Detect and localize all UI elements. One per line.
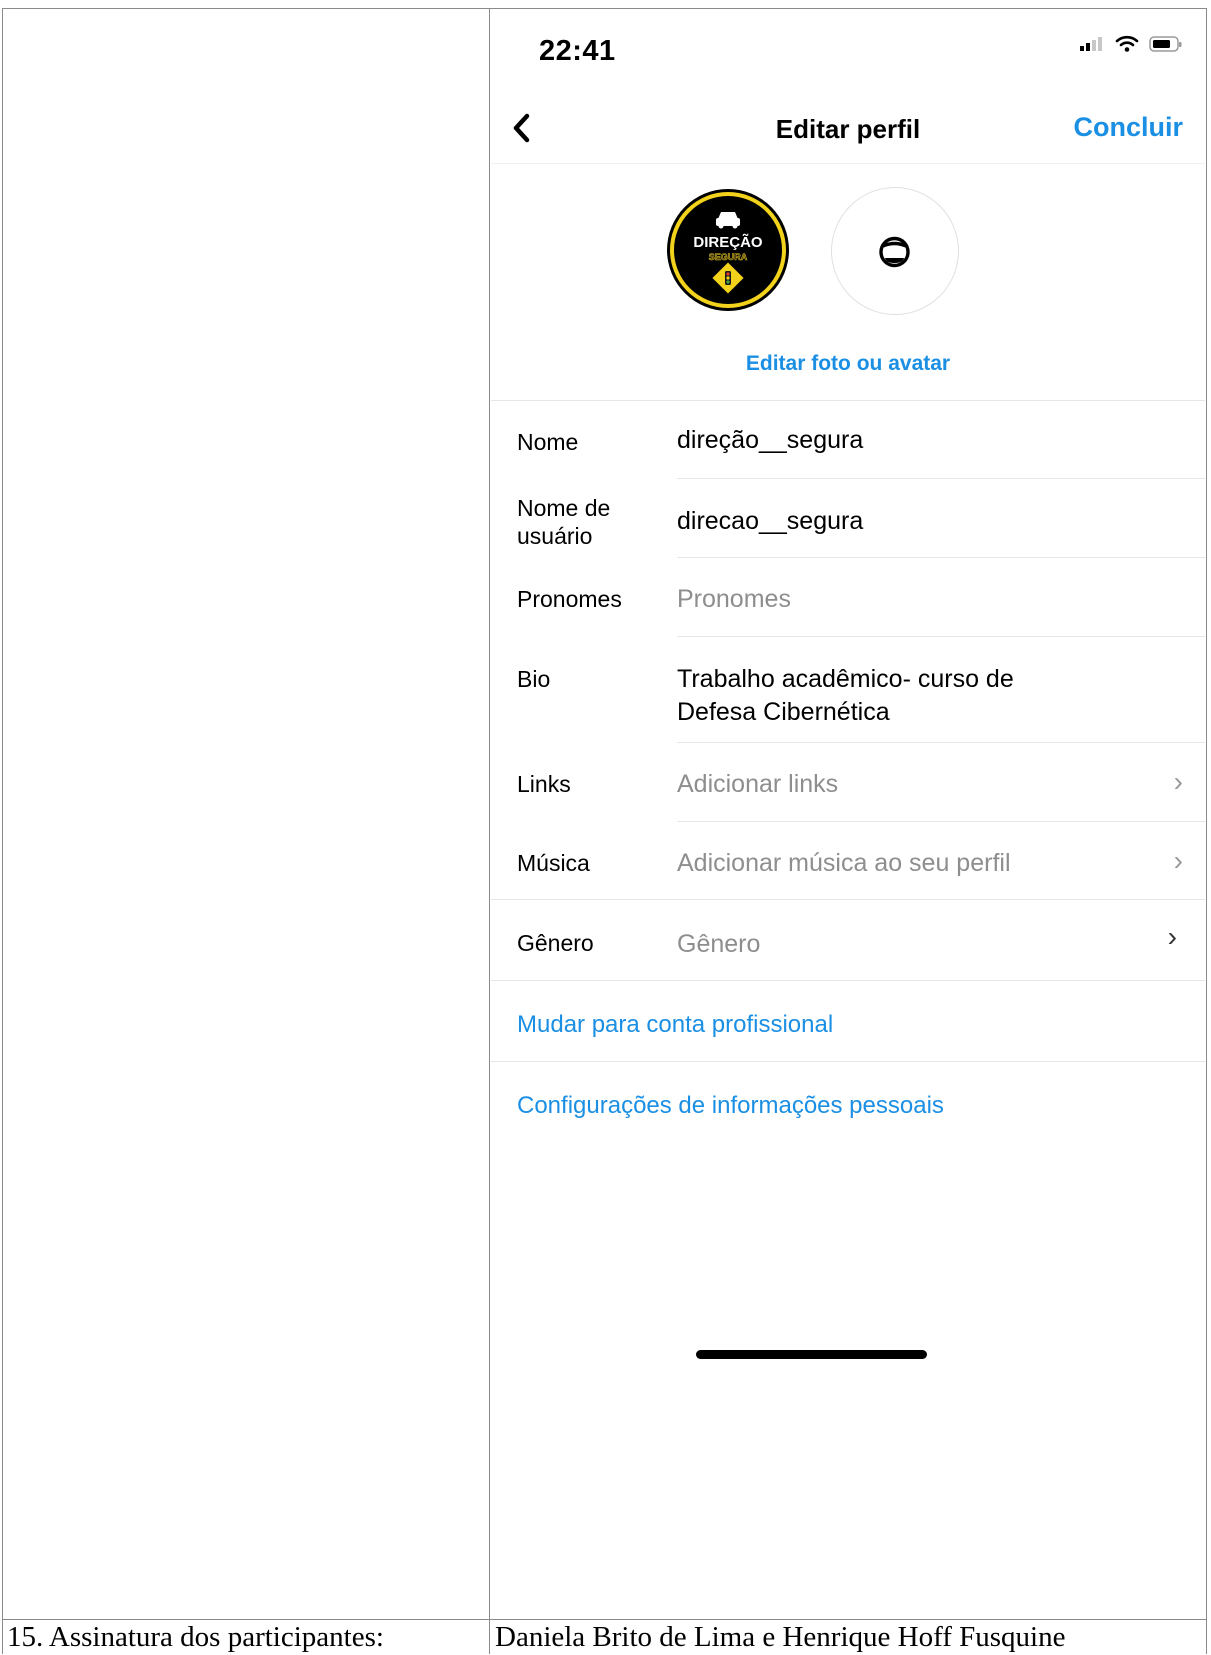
avatar-option[interactable] [831, 187, 959, 315]
section-divider [491, 980, 1205, 981]
username-label-line1: Nome de [517, 495, 611, 521]
switch-professional-link[interactable]: Mudar para conta profissional [517, 1011, 833, 1039]
nav-divider [491, 163, 1205, 164]
avatar-face-icon [879, 236, 910, 268]
battery-icon [1149, 36, 1182, 52]
svg-text:DIREÇÃO: DIREÇÃO [693, 233, 763, 251]
gender-chevron-right-icon: › [1167, 921, 1177, 952]
name-field[interactable]: direção__segura [677, 426, 863, 455]
music-chevron-right-icon: › [1173, 845, 1183, 876]
bio-field[interactable]: Trabalho acadêmico- curso de Defesa Cibe… [677, 663, 1014, 729]
field-divider [677, 636, 1205, 637]
bio-label: Bio [517, 666, 551, 692]
links-label: Links [517, 771, 571, 797]
cellular-signal-icon [1080, 37, 1102, 51]
signature-label: 15. Assinatura dos participantes: [7, 1621, 384, 1653]
section-divider [491, 400, 1205, 401]
signature-names: Daniela Brito de Lima e Henrique Hoff Fu… [495, 1621, 1066, 1653]
svg-text:SEGURA: SEGURA [709, 252, 748, 262]
traffic-light-sign-icon [712, 262, 744, 294]
field-divider [677, 478, 1205, 479]
gender-field[interactable]: Gênero [677, 930, 760, 959]
username-label: Nome de usuário [517, 494, 610, 550]
table-row-divider [2, 1619, 1207, 1620]
username-field[interactable]: direcao__segura [677, 507, 863, 536]
phone-screenshot: 22:41 Editar perfil Concluir DIREÇÃO SEG… [491, 9, 1205, 1618]
table-column-divider [489, 8, 490, 1654]
username-label-line2: usuário [517, 523, 593, 549]
name-label: Nome [517, 429, 579, 455]
edit-photo-link[interactable]: Editar foto ou avatar [491, 352, 1205, 376]
links-chevron-right-icon: › [1173, 766, 1183, 797]
links-field[interactable]: Adicionar links [677, 770, 838, 799]
music-field[interactable]: Adicionar música ao seu perfil [677, 849, 1011, 878]
section-divider [491, 899, 1205, 900]
direcao-segura-logo: DIREÇÃO SEGURA [670, 192, 786, 308]
music-label: Música [517, 850, 590, 876]
profile-photo[interactable]: DIREÇÃO SEGURA [667, 189, 789, 311]
pronouns-field[interactable]: Pronomes [677, 585, 791, 614]
bio-line1: Trabalho acadêmico- curso de [677, 665, 1014, 693]
gender-label: Gênero [517, 930, 594, 956]
field-divider [677, 557, 1205, 558]
pronouns-label: Pronomes [517, 586, 622, 612]
car-icon [716, 212, 740, 229]
home-indicator[interactable] [696, 1350, 927, 1359]
personal-info-settings-link[interactable]: Configurações de informações pessoais [517, 1092, 944, 1120]
status-time: 22:41 [539, 35, 616, 67]
field-divider [677, 821, 1205, 822]
field-divider [677, 742, 1205, 743]
done-button[interactable]: Concluir [1073, 112, 1183, 143]
section-divider [491, 1061, 1205, 1062]
bio-line2: Defesa Cibernética [677, 698, 890, 726]
status-icons [1079, 35, 1183, 53]
wifi-icon [1115, 35, 1139, 52]
